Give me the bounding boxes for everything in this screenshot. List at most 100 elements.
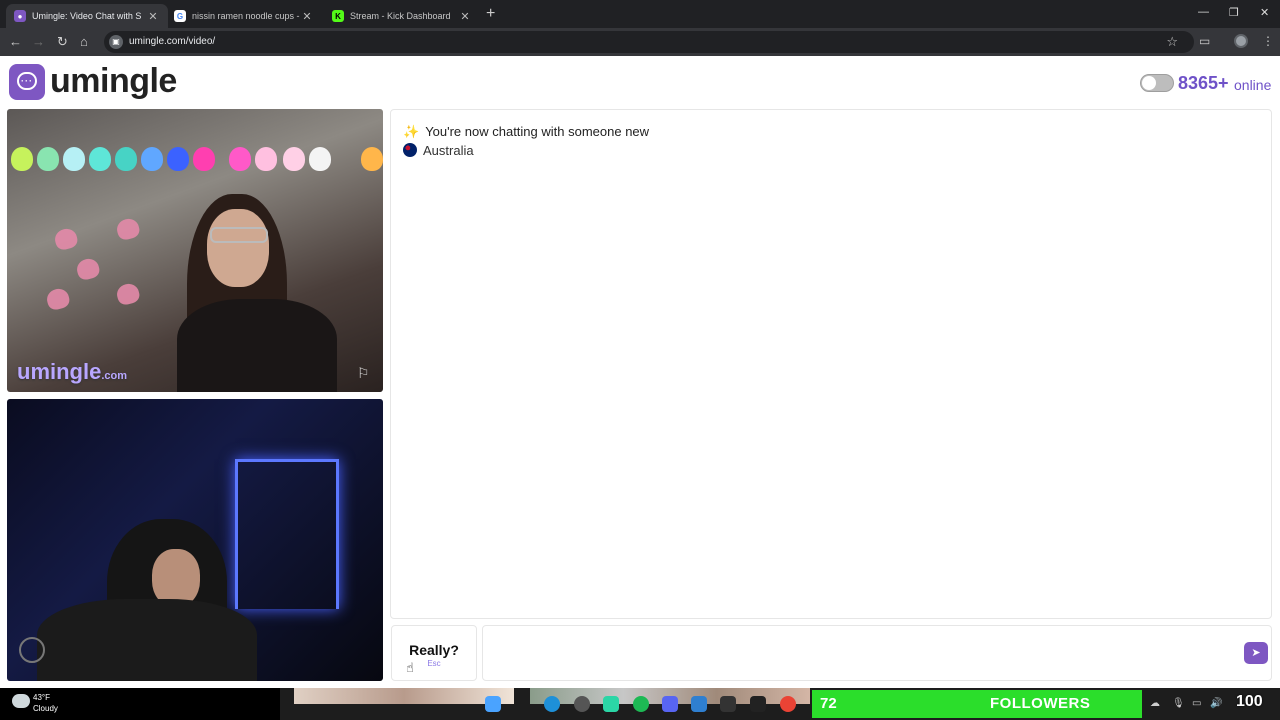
profile-avatar[interactable] (1234, 34, 1248, 48)
light-bulb (283, 147, 305, 171)
umingle-watermark: umingle.com (17, 359, 127, 385)
light-bulb (309, 147, 331, 171)
heart-decoration (114, 281, 142, 307)
followers-goal-overlay: 72 FOLLOWERS (812, 690, 1142, 718)
browser-tab-strip: ● Umingle: Video Chat with S ✕ G nissin … (0, 0, 1280, 28)
new-tab-button[interactable]: + (486, 5, 495, 23)
heart-decoration (52, 226, 80, 252)
site-logo-text[interactable]: umingle (50, 62, 177, 101)
light-bulb (167, 147, 189, 171)
self-body (37, 599, 257, 681)
tab-close-icon[interactable]: ✕ (300, 10, 314, 23)
led-strip (235, 459, 339, 609)
sidebar-panel-icon[interactable]: ▭ (1199, 34, 1210, 48)
url-text[interactable]: umingle.com/video/ (129, 36, 215, 47)
light-bulb (193, 147, 215, 171)
restore-icon[interactable]: ❐ (1229, 6, 1239, 19)
google-favicon-icon: G (174, 10, 186, 22)
tab-title: Umingle: Video Chat with S (32, 11, 142, 21)
tab-kick-dashboard[interactable]: K Stream - Kick Dashboard ✕ (324, 4, 480, 28)
cloud-icon (12, 694, 30, 708)
light-bulb (229, 147, 251, 171)
mouse-cursor-icon: ☝ (406, 660, 414, 675)
back-icon[interactable]: ← (9, 34, 22, 50)
network-icon[interactable]: ▭ (1192, 698, 1201, 709)
tab-umingle[interactable]: ● Umingle: Video Chat with S ✕ (6, 4, 168, 28)
weather-condition: Cloudy (33, 704, 58, 713)
reload-icon[interactable]: ↻ (57, 34, 68, 50)
volume-icon[interactable]: 🔊 (1210, 698, 1222, 709)
app-icon[interactable] (603, 696, 619, 712)
sparkle-icon: ✨ (403, 124, 420, 139)
stream-overlay-image (294, 688, 514, 704)
browser-toolbar: ← → ↻ ⌂ ▣ umingle.com/video/ ☆ ▭ ⋮ (0, 28, 1280, 56)
online-label: online (1234, 77, 1272, 93)
stranger-country: Australia (403, 143, 474, 158)
theme-toggle[interactable] (1140, 74, 1174, 92)
stranger-face (207, 209, 269, 287)
edge-icon[interactable] (544, 696, 560, 712)
bookmark-star-icon[interactable]: ☆ (1166, 34, 1178, 50)
address-bar[interactable]: ▣ umingle.com/video/ ☆ (104, 31, 1194, 53)
tab-google-search[interactable]: G nissin ramen noodle cups - Goo ✕ (166, 4, 322, 28)
tab-title: nissin ramen noodle cups - Goo (192, 11, 300, 21)
skip-key-hint: Esc (427, 659, 441, 668)
light-bulb (63, 147, 85, 171)
forward-icon[interactable]: → (32, 34, 45, 50)
followers-count: 72 (820, 695, 837, 712)
heart-decoration (44, 286, 72, 312)
app-icon[interactable] (720, 696, 736, 712)
heart-decoration (114, 216, 142, 242)
heart-decoration (74, 256, 102, 282)
system-message-text: You're now chatting with someone new (425, 124, 650, 139)
light-bulb (89, 147, 111, 171)
weather-temperature: 43°F (33, 693, 50, 702)
tab-close-icon[interactable]: ✕ (146, 10, 160, 23)
watermark-suffix: .com (101, 370, 128, 382)
online-count: 8365+ (1178, 73, 1229, 93)
microphone-icon[interactable]: 🎙 (1172, 698, 1185, 709)
stranger-video: umingle.com ⚐ (7, 109, 383, 392)
toggle-knob (1142, 76, 1156, 90)
country-name: Australia (423, 143, 474, 158)
browser-menu-icon[interactable]: ⋮ (1262, 34, 1274, 48)
weather-widget[interactable]: 43°F Cloudy (0, 688, 280, 720)
kick-favicon-icon: K (332, 10, 344, 22)
discord-icon[interactable] (662, 696, 678, 712)
minimize-icon[interactable]: — (1198, 6, 1209, 18)
umingle-favicon-icon: ● (14, 10, 26, 22)
australia-flag-icon (403, 143, 417, 157)
self-video (7, 399, 383, 681)
light-bulb (115, 147, 137, 171)
light-bulb (37, 147, 59, 171)
spotify-icon[interactable] (633, 696, 649, 712)
light-bulb (141, 147, 163, 171)
followers-label: FOLLOWERS (990, 695, 1091, 712)
home-icon[interactable]: ⌂ (80, 34, 88, 50)
watermark-text: umingle (17, 359, 102, 384)
glasses (210, 227, 268, 243)
webcam-logo-icon (19, 637, 45, 663)
skip-button-label: Really? (409, 642, 459, 658)
tab-close-icon[interactable]: ✕ (458, 10, 472, 23)
fairy-lights (7, 147, 383, 177)
chrome-icon[interactable] (780, 696, 796, 712)
onedrive-icon[interactable]: ☁ (1150, 698, 1160, 709)
site-info-icon[interactable]: ▣ (109, 35, 123, 49)
light-bulb (255, 147, 277, 171)
skip-button[interactable]: Really? Esc (391, 625, 477, 681)
windows-start-icon[interactable] (485, 696, 501, 712)
message-input[interactable] (482, 625, 1272, 681)
stranger-body (177, 299, 337, 392)
umingle-logo-icon[interactable]: ··· (9, 64, 45, 100)
report-flag-icon[interactable]: ⚐ (357, 365, 373, 381)
window-close-icon[interactable]: ✕ (1260, 6, 1269, 19)
overlay-number: 100 (1236, 693, 1263, 710)
obs-icon[interactable] (574, 696, 590, 712)
app-icon[interactable] (750, 696, 766, 712)
send-arrow-icon[interactable]: ➤ (1244, 642, 1268, 664)
chat-log: ✨ You're now chatting with someone new Au… (390, 109, 1272, 619)
light-bulb (11, 147, 33, 171)
app-icon[interactable] (691, 696, 707, 712)
system-message: ✨ You're now chatting with someone new (403, 124, 649, 140)
